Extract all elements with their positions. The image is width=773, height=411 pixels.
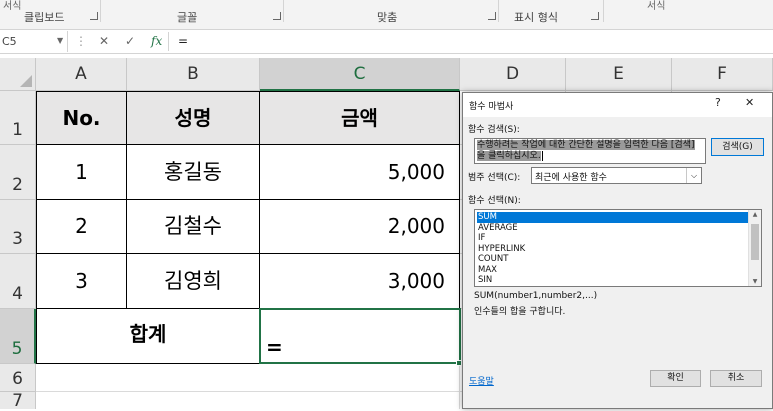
formula-input[interactable]: = xyxy=(178,31,188,52)
cell-no[interactable]: 2 xyxy=(37,200,126,253)
cell-no[interactable]: 3 xyxy=(37,254,126,308)
chevron-down-icon[interactable]: ⌵ xyxy=(686,168,701,183)
search-text: 수행하려는 작업에 대한 간단한 설명을 입력한 다음 [검색] 을 클릭하십시… xyxy=(477,140,703,162)
enter-icon[interactable]: ✓ xyxy=(125,31,135,52)
row-header-4[interactable]: 4 xyxy=(0,254,36,309)
grip-icon: ⋮ xyxy=(75,34,87,48)
cancel-icon[interactable]: ✕ xyxy=(99,31,109,52)
formula-bar: C5 ▼ ⋮ ✕ ✓ fx = xyxy=(0,30,773,54)
search-label: 함수 검색(S): xyxy=(468,125,520,135)
ribbon-group-number: 표시 형식 xyxy=(514,11,558,24)
ribbon-divider xyxy=(603,0,604,22)
search-button[interactable]: 검색(G) xyxy=(711,138,764,156)
row-number: 3 xyxy=(12,229,23,249)
font-launcher-icon[interactable] xyxy=(273,12,281,20)
cell-no[interactable]: 1 xyxy=(37,145,126,199)
ribbon-group-alignment: 맞춤 xyxy=(377,11,398,24)
column-header-e[interactable]: E xyxy=(566,58,672,91)
list-scrollbar[interactable]: ▲ ▼ xyxy=(748,210,761,286)
row-header-1[interactable]: 1 xyxy=(0,91,36,145)
function-wizard-dialog: 함수 마법사 ? ✕ 함수 검색(S): 수행하려는 작업에 대한 간단한 설명… xyxy=(462,92,773,409)
chevron-down-icon[interactable]: ▼ xyxy=(57,30,63,51)
cell-name[interactable]: 김철수 xyxy=(127,200,259,253)
function-select-label: 함수 선택(N): xyxy=(468,196,521,206)
column-header-c[interactable]: C xyxy=(260,58,460,91)
category-value: 최근에 사용한 함수 xyxy=(535,173,607,183)
search-text-line2: 을 클릭하십시오. xyxy=(477,151,541,161)
row-header-6[interactable]: 6 xyxy=(0,364,36,392)
function-signature: SUM(number1,number2,...) xyxy=(474,291,598,301)
ribbon-top-fragment: 서식 xyxy=(3,1,22,12)
total-label-cell[interactable]: 합계 xyxy=(37,309,259,363)
active-cell-c5[interactable]: = xyxy=(259,308,461,364)
row-header-7[interactable]: 7 xyxy=(0,391,36,411)
row-number: 4 xyxy=(12,284,23,304)
close-icon[interactable]: ✕ xyxy=(745,96,754,109)
alignment-launcher-icon[interactable] xyxy=(488,12,496,20)
search-text-line1: 수행하려는 작업에 대한 간단한 설명을 입력한 다음 [검색] xyxy=(477,140,695,150)
cell-amount[interactable]: 3,000 xyxy=(260,254,457,308)
header-cell-name[interactable]: 성명 xyxy=(127,92,259,144)
name-box-value: C5 xyxy=(2,35,17,48)
formula-buttons: ✕ ✓ fx xyxy=(87,31,167,52)
corner-triangle-icon xyxy=(20,75,32,87)
help-link[interactable]: 도움말 xyxy=(469,374,494,387)
select-all-corner[interactable] xyxy=(0,58,36,91)
cancel-button[interactable]: 취소 xyxy=(710,370,762,387)
function-item-if[interactable]: IF xyxy=(477,233,748,244)
row-header-3[interactable]: 3 xyxy=(0,200,36,254)
function-item-count[interactable]: COUNT xyxy=(477,254,748,265)
category-select[interactable]: 최근에 사용한 함수 ⌵ xyxy=(531,167,702,184)
header-cell-amount[interactable]: 금액 xyxy=(260,92,459,144)
scroll-up-icon[interactable]: ▲ xyxy=(749,211,761,218)
column-header-b[interactable]: B xyxy=(127,58,260,91)
cell-amount[interactable]: 2,000 xyxy=(260,200,457,253)
ribbon: 서식 서식 클립보드 글꼴 맞춤 표시 형식 xyxy=(0,0,773,30)
insert-function-icon[interactable]: fx xyxy=(151,31,162,52)
function-search-input[interactable]: 수행하려는 작업에 대한 간단한 설명을 입력한 다음 [검색] 을 클릭하십시… xyxy=(474,138,706,164)
row-number: 1 xyxy=(12,120,23,140)
ribbon-divider xyxy=(100,0,101,22)
row-number: 7 xyxy=(12,391,23,411)
cell-name[interactable]: 김영희 xyxy=(127,254,259,308)
scroll-thumb[interactable] xyxy=(751,224,759,260)
row-number: 2 xyxy=(12,175,23,195)
text-caret xyxy=(541,151,543,161)
number-launcher-icon[interactable] xyxy=(591,12,599,20)
function-item-sum[interactable]: SUM xyxy=(477,212,748,223)
ribbon-group-font: 글꼴 xyxy=(177,11,198,24)
active-cell-value: = xyxy=(266,335,283,359)
function-list[interactable]: SUM AVERAGE IF HYPERLINK COUNT MAX SIN ▲… xyxy=(474,209,762,287)
cell-amount[interactable]: 5,000 xyxy=(260,145,457,199)
column-header-d[interactable]: D xyxy=(460,58,566,91)
clipboard-launcher-icon[interactable] xyxy=(90,12,98,20)
row-number: 6 xyxy=(12,369,23,389)
row-number: 5 xyxy=(11,339,23,359)
cell-name[interactable]: 홍길동 xyxy=(127,145,259,199)
row-header-2[interactable]: 2 xyxy=(0,145,36,200)
ribbon-divider xyxy=(498,0,499,22)
function-description: 인수들의 합을 구합니다. xyxy=(474,307,566,317)
function-item-max[interactable]: MAX xyxy=(477,265,748,276)
header-cell-no[interactable]: No. xyxy=(37,92,126,144)
help-icon[interactable]: ? xyxy=(715,96,721,109)
ok-button[interactable]: 확인 xyxy=(650,370,701,387)
ribbon-top-fragment: 서식 xyxy=(647,1,666,12)
function-item-hyperlink[interactable]: HYPERLINK xyxy=(477,244,748,255)
column-header-f[interactable]: F xyxy=(672,58,773,91)
column-header-a[interactable]: A xyxy=(36,58,127,91)
function-item-average[interactable]: AVERAGE xyxy=(477,223,748,234)
dialog-title-bar[interactable]: 함수 마법사 ? ✕ xyxy=(463,93,772,117)
row-header-5[interactable]: 5 xyxy=(0,309,36,364)
scroll-down-icon[interactable]: ▼ xyxy=(749,278,761,285)
formula-divider xyxy=(168,32,169,51)
category-label: 범주 선택(C): xyxy=(468,173,521,183)
dialog-title: 함수 마법사 xyxy=(469,102,514,112)
ribbon-group-clipboard: 클립보드 xyxy=(24,11,65,24)
function-item-sin[interactable]: SIN xyxy=(477,275,748,286)
ribbon-divider xyxy=(283,0,284,22)
